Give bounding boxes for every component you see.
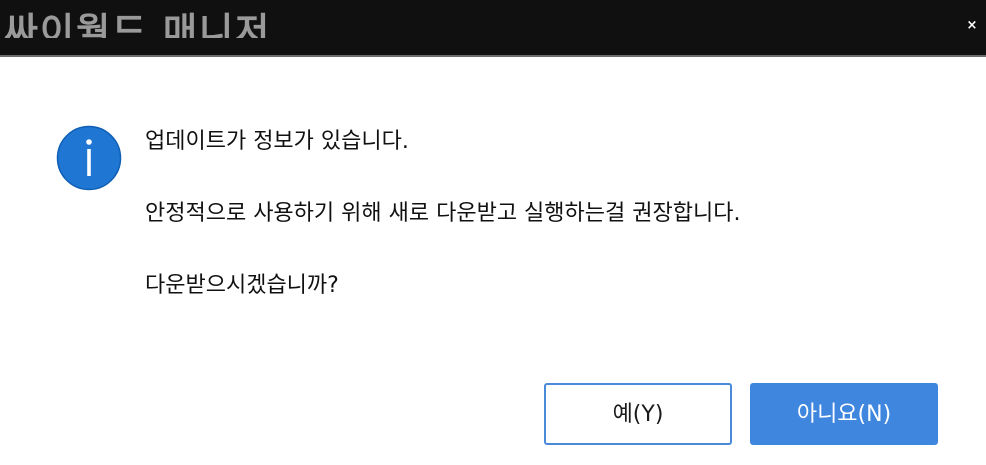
- close-button[interactable]: ×: [964, 18, 980, 34]
- yes-button[interactable]: 예(Y): [544, 383, 732, 445]
- dialog-window: 싸이월드 매니저 × 업데이트가 정보가 있습니다. 안정적으로 사용하기 위해…: [0, 0, 986, 465]
- title-bar[interactable]: 싸이월드 매니저 ×: [0, 0, 986, 57]
- info-icon: [56, 125, 122, 191]
- window-title: 싸이월드 매니저: [4, 10, 272, 38]
- message-question: 다운받으시겠습니까?: [145, 273, 339, 298]
- message-update-available: 업데이트가 정보가 있습니다.: [145, 129, 409, 154]
- message-recommendation: 안정적으로 사용하기 위해 새로 다운받고 실행하는걸 권장합니다.: [145, 201, 741, 226]
- no-button[interactable]: 아니요(N): [750, 383, 938, 445]
